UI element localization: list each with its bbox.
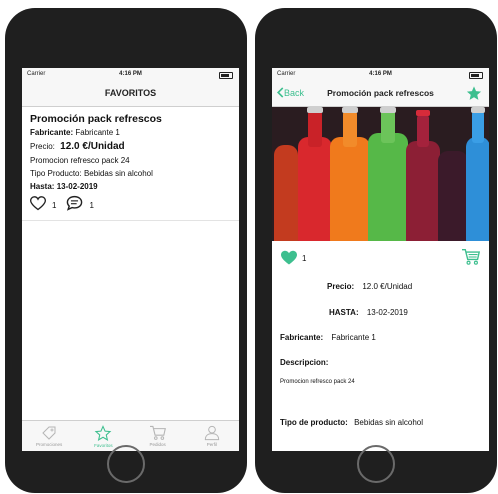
status-bar: Carrier 4:16 PM bbox=[22, 68, 239, 82]
heart-icon[interactable] bbox=[280, 250, 298, 271]
star-icon bbox=[95, 425, 112, 441]
battery-icon bbox=[219, 72, 233, 79]
description: Promocion refresco pack 24 bbox=[30, 156, 130, 165]
phone-top-bezel bbox=[5, 8, 247, 66]
type-row: Tipo Producto: Bebidas sin alcohol bbox=[30, 169, 231, 178]
price-value: 12.0 €/Unidad bbox=[362, 282, 413, 291]
tab-label: Pedidos bbox=[149, 442, 166, 447]
until-value: 13-02-2019 bbox=[56, 182, 98, 191]
favorites-screen: Carrier 4:16 PM FAVORITOS Promoción pack… bbox=[22, 68, 239, 451]
manufacturer-value: Fabricante 1 bbox=[331, 333, 376, 342]
manufacturer-label: Fabricante: bbox=[30, 128, 74, 137]
type-label: Tipo Producto: bbox=[30, 169, 82, 178]
price-row: Precio: 12.0 €/Unidad bbox=[30, 141, 231, 152]
type-row: Tipo de producto: Bebidas sin alcohol bbox=[280, 418, 423, 427]
type-label: Tipo de producto: bbox=[280, 418, 348, 427]
tab-perfil[interactable]: Perfil bbox=[185, 421, 239, 451]
navigation-bar: FAVORITOS bbox=[22, 82, 239, 107]
favorite-item[interactable]: Promoción pack refrescos Fabricante: Fab… bbox=[22, 107, 239, 221]
until-row: HASTA: 13-02-2019 bbox=[329, 308, 408, 317]
tag-icon bbox=[42, 426, 56, 440]
cart-icon[interactable] bbox=[461, 248, 481, 271]
manufacturer-value: Fabricante 1 bbox=[75, 128, 120, 137]
home-button[interactable] bbox=[357, 445, 395, 483]
tab-pedidos[interactable]: Pedidos bbox=[131, 421, 185, 451]
comment-icon[interactable] bbox=[66, 195, 83, 216]
price-label: Precio: bbox=[30, 142, 55, 151]
status-time: 4:16 PM bbox=[119, 71, 142, 77]
tab-label: Promociones bbox=[35, 442, 63, 447]
status-bar: Carrier 4:16 PM bbox=[272, 68, 489, 82]
price-value: 12.0 €/Unidad bbox=[60, 141, 125, 152]
until-value: 13-02-2019 bbox=[366, 308, 408, 317]
tab-promociones[interactable]: Promociones bbox=[22, 421, 76, 451]
counts-row: 1 1 bbox=[29, 195, 231, 216]
description-label: Descripcion: bbox=[280, 358, 329, 367]
phone-top-bezel bbox=[255, 8, 497, 66]
manufacturer-row: Fabricante: Fabricante 1 bbox=[30, 128, 231, 137]
type-value: Bebidas sin alcohol bbox=[83, 169, 153, 178]
status-time: 4:16 PM bbox=[369, 71, 392, 77]
phone-frame-left: Carrier 4:16 PM FAVORITOS Promoción pack… bbox=[5, 8, 247, 493]
until-row: Hasta: 13-02-2019 bbox=[30, 182, 231, 191]
page-title: FAVORITOS bbox=[104, 88, 157, 98]
page-title: Promoción pack refrescos bbox=[327, 88, 434, 98]
user-icon bbox=[204, 425, 220, 441]
comment-count: 1 bbox=[89, 201, 94, 210]
product-image bbox=[272, 107, 489, 241]
navigation-bar: Back Promoción pack refrescos bbox=[272, 82, 489, 107]
heart-icon[interactable] bbox=[29, 195, 47, 216]
manufacturer-row: Fabricante: Fabricante 1 bbox=[280, 333, 376, 342]
item-title: Promoción pack refrescos bbox=[30, 113, 162, 125]
price-row: Precio: 12.0 €/Unidad bbox=[327, 282, 412, 291]
until-label: Hasta: bbox=[30, 182, 55, 191]
type-value: Bebidas sin alcohol bbox=[354, 418, 424, 427]
like-count: 1 bbox=[302, 254, 307, 263]
like-row: 1 bbox=[272, 241, 489, 269]
phone-frame-right: Carrier 4:16 PM Back Promoción pack refr… bbox=[255, 8, 497, 493]
like-count: 1 bbox=[52, 201, 57, 210]
detail-screen: Carrier 4:16 PM Back Promoción pack refr… bbox=[272, 68, 489, 451]
battery-icon bbox=[469, 72, 483, 79]
home-button[interactable] bbox=[107, 445, 145, 483]
price-label: Precio: bbox=[327, 282, 355, 291]
star-icon[interactable] bbox=[465, 85, 483, 107]
tab-label: Perfil bbox=[206, 442, 217, 447]
manufacturer-label: Fabricante: bbox=[280, 333, 324, 342]
cart-icon bbox=[149, 425, 166, 440]
description-value: Promocion refresco pack 24 bbox=[280, 379, 355, 385]
until-label: HASTA: bbox=[329, 308, 359, 317]
